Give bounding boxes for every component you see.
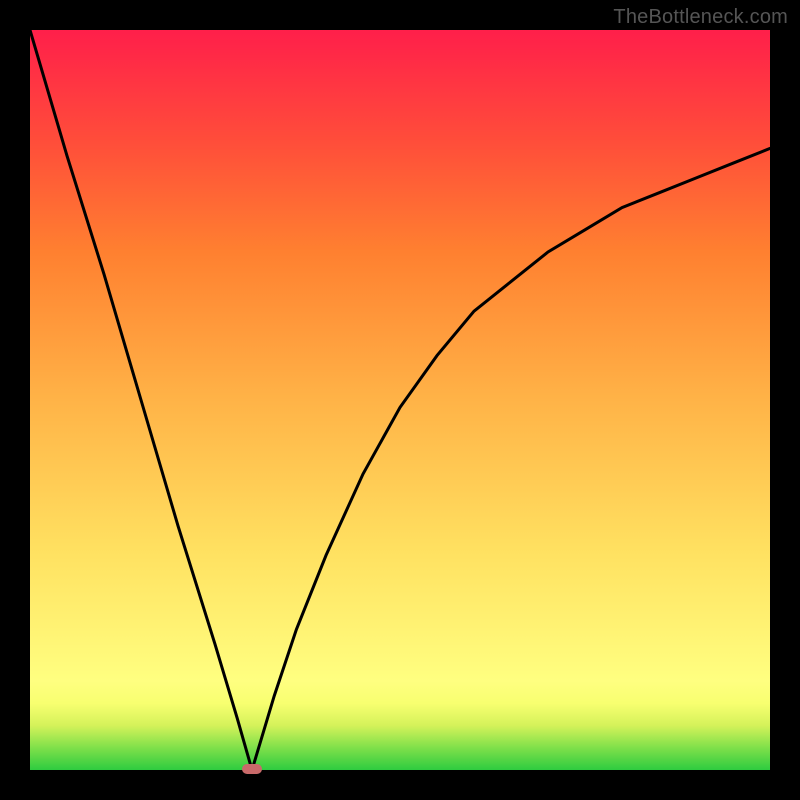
chart-frame: TheBottleneck.com [0, 0, 800, 800]
min-marker [242, 764, 262, 774]
curve-right-branch [252, 148, 770, 770]
curve-svg [30, 30, 770, 770]
watermark-text: TheBottleneck.com [613, 6, 788, 29]
curve-left-branch [30, 30, 252, 770]
plot-area [30, 30, 770, 770]
